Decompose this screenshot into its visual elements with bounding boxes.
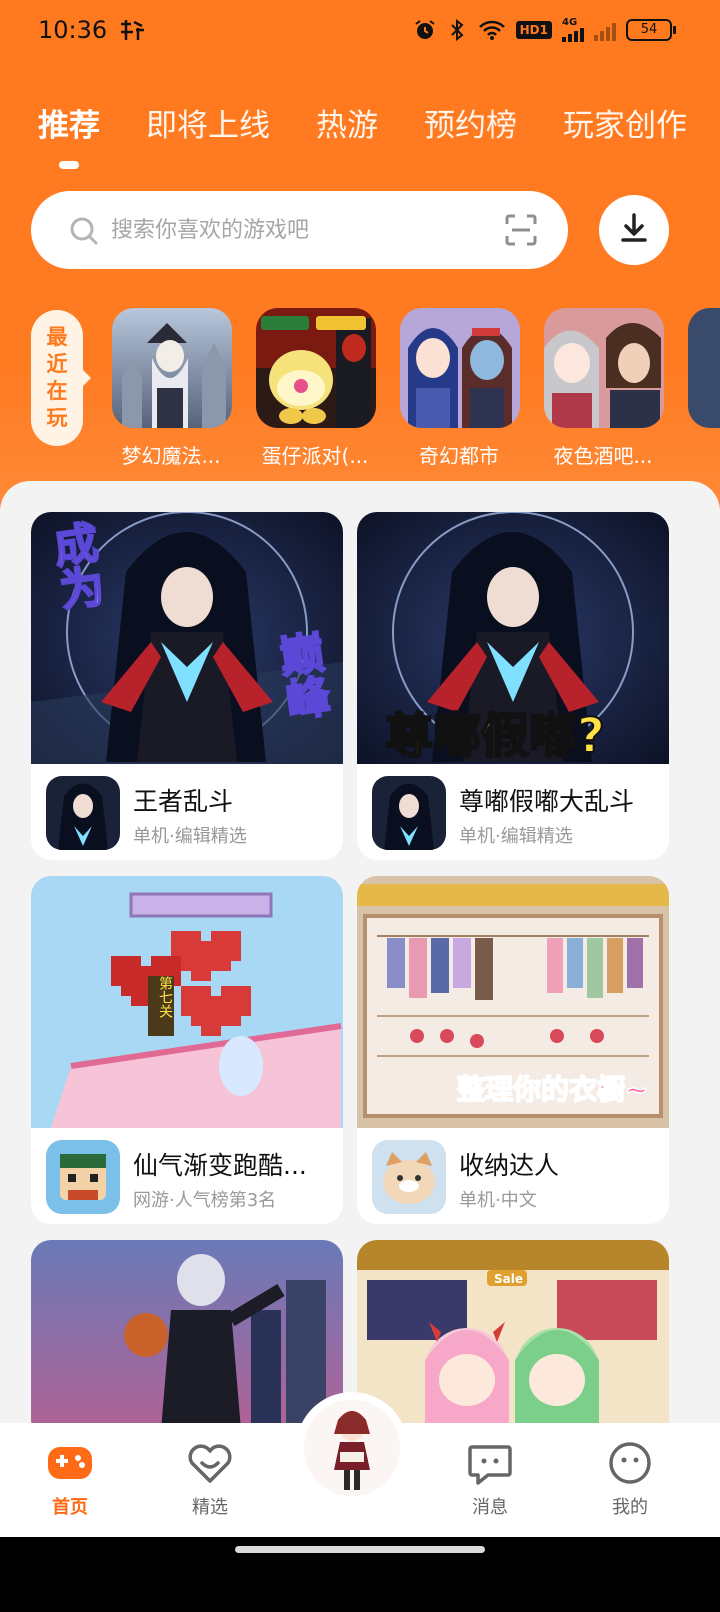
game-banner: 尊嘟假嘟? xyxy=(357,512,669,764)
game-subtitle: 单机·中文 xyxy=(459,1190,537,1211)
nav-featured-label: 精选 xyxy=(192,1497,228,1518)
game-banner: 成为 巅峰 xyxy=(31,512,343,764)
active-tab-indicator xyxy=(59,161,79,169)
game-banner: Sale xyxy=(357,1240,669,1440)
game-card[interactable]: 整理你的衣橱~ 收纳达人 单机·中文 xyxy=(357,876,669,1224)
tab-reservation-chart[interactable]: 预约榜 xyxy=(424,100,517,145)
game-card[interactable]: 第七关 仙气渐变跑酷... 网游·人气榜第3名 xyxy=(31,876,343,1224)
recent-game-item[interactable]: 蛋仔派对(... xyxy=(256,308,380,469)
avatar xyxy=(304,1400,400,1496)
banner-text: 整理你的衣橱~ xyxy=(456,1072,649,1107)
recent-game-icon xyxy=(256,308,376,428)
nav-messages[interactable]: 消息 xyxy=(445,1441,535,1519)
scan-icon[interactable] xyxy=(504,213,538,247)
search-input[interactable] xyxy=(111,209,491,251)
home-indicator[interactable] xyxy=(235,1546,485,1553)
game-subtitle: 单机·编辑精选 xyxy=(133,826,247,847)
tab-coming-soon[interactable]: 即将上线 xyxy=(146,100,270,145)
recent-game-icon xyxy=(112,308,232,428)
game-banner xyxy=(31,1240,343,1440)
recent-game-icon xyxy=(400,308,520,428)
tab-recommend[interactable]: 推荐 xyxy=(38,100,100,145)
alarm-icon xyxy=(414,19,436,41)
nav-profile-label: 我的 xyxy=(612,1497,648,1518)
nav-home[interactable]: 首页 xyxy=(25,1441,115,1519)
download-icon xyxy=(617,211,651,249)
center-avatar-button[interactable] xyxy=(296,1392,408,1504)
app-notification-icon xyxy=(118,18,146,44)
recently-played-label: 最近在玩 xyxy=(31,310,91,446)
recent-game-name: 夜色酒吧... xyxy=(553,444,653,468)
game-app-icon xyxy=(372,1140,446,1214)
game-card[interactable]: Sale xyxy=(357,1240,669,1440)
tab-hot-games[interactable]: 热游 xyxy=(316,100,378,145)
heart-icon xyxy=(186,1441,234,1485)
tab-player-creations[interactable]: 玩家创作 xyxy=(563,100,687,145)
cell-signal-icon: 4G xyxy=(562,18,584,42)
nav-featured[interactable]: 精选 xyxy=(165,1441,255,1519)
recent-game-icon-partial[interactable] xyxy=(688,308,720,428)
status-time: 10:36 xyxy=(38,16,108,44)
game-app-icon xyxy=(372,776,446,850)
game-card[interactable] xyxy=(31,1240,343,1440)
recent-game-item[interactable]: 夜色酒吧... xyxy=(544,308,668,469)
banner-text: 尊嘟假嘟? xyxy=(384,707,606,764)
game-subtitle: 网游·人气榜第3名 xyxy=(133,1190,277,1211)
hd-badge: HD1 xyxy=(515,21,552,39)
bluetooth-icon xyxy=(446,18,468,42)
nav-home-label: 首页 xyxy=(52,1497,88,1518)
banner-text: 第七关 xyxy=(157,976,173,1018)
recent-game-name: 奇幻都市 xyxy=(419,444,499,468)
recent-game-name: 梦幻魔法... xyxy=(121,444,221,468)
gamepad-icon xyxy=(46,1441,94,1485)
game-title: 尊嘟假嘟大乱斗 xyxy=(459,787,635,816)
game-banner: 第七关 xyxy=(31,876,343,1128)
nav-profile[interactable]: 我的 xyxy=(585,1441,675,1519)
search-icon xyxy=(69,216,99,250)
game-card[interactable]: 尊嘟假嘟? 尊嘟假嘟大乱斗 单机·编辑精选 xyxy=(357,512,669,860)
wifi-icon xyxy=(478,19,506,41)
game-title: 收纳达人 xyxy=(459,1151,560,1180)
chat-icon xyxy=(466,1441,514,1485)
recent-game-name: 蛋仔派对(... xyxy=(261,444,369,468)
game-banner: 整理你的衣橱~ xyxy=(357,876,669,1128)
game-app-icon xyxy=(46,776,120,850)
nav-messages-label: 消息 xyxy=(472,1497,508,1518)
search-bar[interactable] xyxy=(31,191,568,269)
game-app-icon xyxy=(46,1140,120,1214)
recent-game-item[interactable]: 梦幻魔法... xyxy=(112,308,236,469)
smiley-icon xyxy=(606,1441,654,1485)
download-button[interactable] xyxy=(599,195,669,265)
category-tabs: 推荐 即将上线 热游 预约榜 玩家创作 xyxy=(38,100,687,145)
game-title: 仙气渐变跑酷... xyxy=(133,1151,307,1180)
banner-text: Sale xyxy=(494,1272,523,1286)
recent-game-item[interactable]: 奇幻都市 xyxy=(400,308,524,469)
cell-signal-2-icon xyxy=(594,19,616,41)
battery-indicator: 54 xyxy=(626,19,676,41)
game-subtitle: 单机·编辑精选 xyxy=(459,826,573,847)
status-bar: 10:36 HD1 4G 54 xyxy=(0,0,720,66)
game-title: 王者乱斗 xyxy=(133,787,234,816)
recent-game-icon xyxy=(544,308,664,428)
game-card[interactable]: 成为 巅峰 王者乱斗 单机·编辑精选 xyxy=(31,512,343,860)
